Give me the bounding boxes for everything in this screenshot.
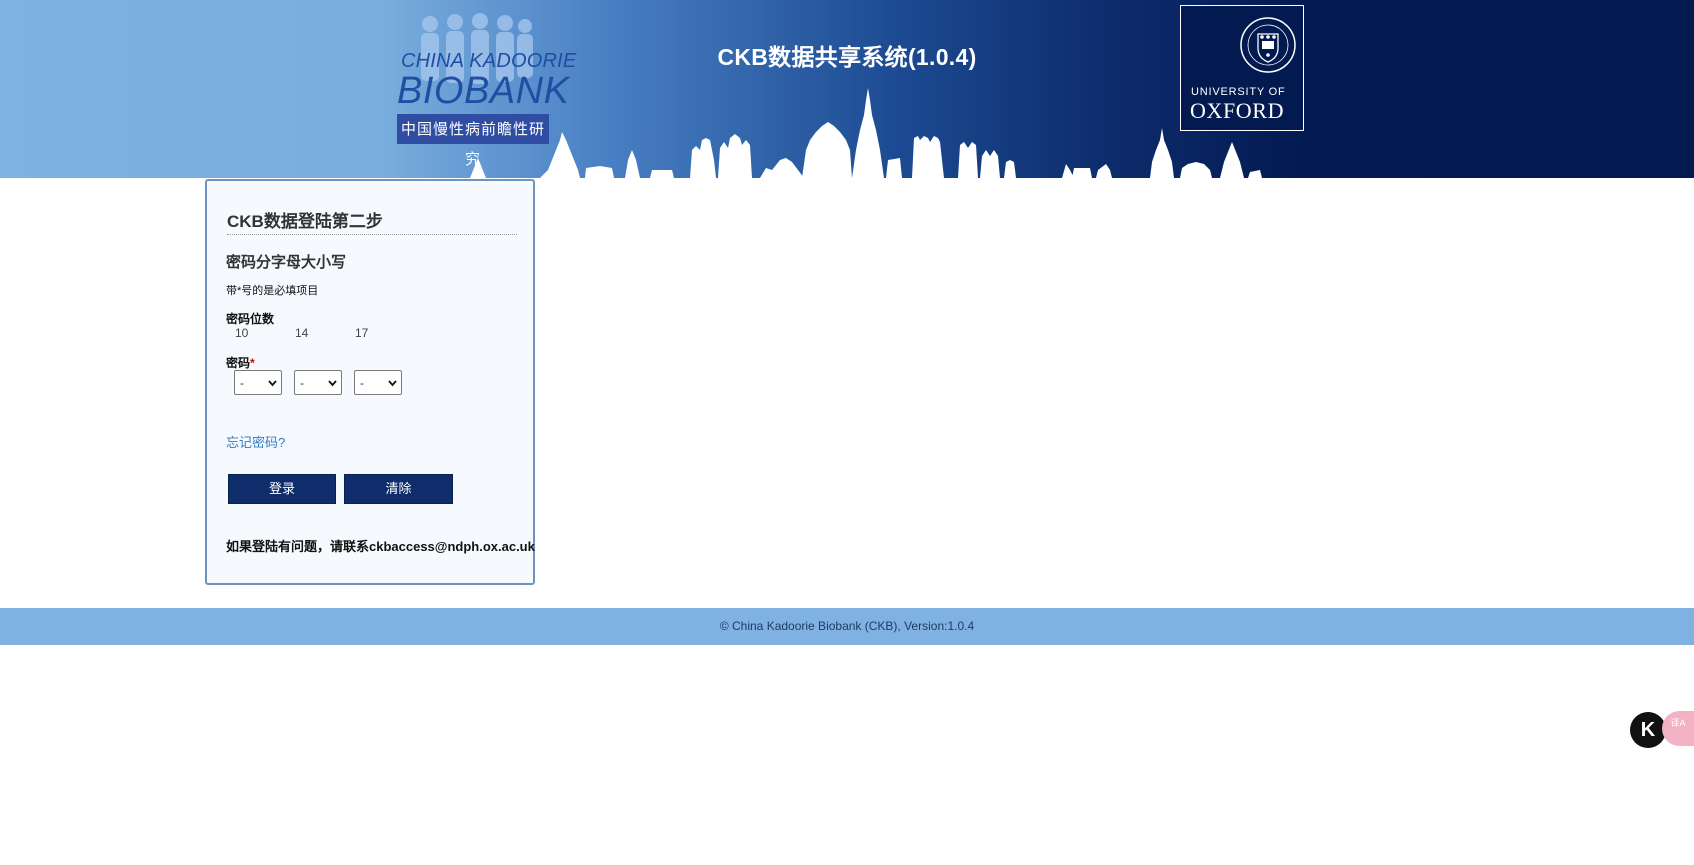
ckb-logo: CHINA KADOORIE BIOBANK 中国慢性病前瞻性研究 <box>395 12 576 168</box>
password-label-text: 密码 <box>226 356 251 370</box>
ckb-logo-chinese: 中国慢性病前瞻性研究 <box>397 114 549 168</box>
oxford-logo-line2: OXFORD <box>1190 98 1285 123</box>
forgot-password-link[interactable]: 忘记密码? <box>226 432 285 451</box>
required-fields-note: 带*号的是必填项目 <box>226 285 319 297</box>
password-digit-2: 14 <box>295 326 309 340</box>
required-marker: * <box>250 356 255 370</box>
chevron-down-icon <box>388 380 397 387</box>
oxford-skyline-silhouette <box>470 88 1262 178</box>
chevron-down-icon <box>328 380 337 387</box>
password-char-select-3[interactable]: - <box>354 370 402 395</box>
login-button[interactable]: 登录 <box>228 474 336 504</box>
select-value: - <box>240 376 244 390</box>
oxford-logo: UNIVERSITY OF OXFORD <box>1180 5 1304 131</box>
password-label: 密码* <box>226 354 255 371</box>
password-digit-1: 10 <box>235 326 249 340</box>
select-value: - <box>300 376 304 390</box>
title-divider <box>227 234 517 235</box>
password-digits-label: 密码位数 <box>226 312 275 326</box>
password-char-select-2[interactable]: - <box>294 370 342 395</box>
panel-title: CKB数据登陆第二步 <box>227 212 383 231</box>
chevron-down-icon <box>268 380 277 387</box>
header-banner: CHINA KADOORIE BIOBANK 中国慢性病前瞻性研究 CKB数据共… <box>0 0 1694 178</box>
footer: © China Kadoorie Biobank (CKB), Version:… <box>0 608 1694 645</box>
floating-k-button[interactable]: K <box>1630 712 1666 748</box>
translate-icon[interactable]: 译A <box>1662 711 1694 746</box>
case-sensitive-note: 密码分字母大小写 <box>226 254 347 271</box>
clear-button[interactable]: 清除 <box>344 474 453 504</box>
password-char-select-1[interactable]: - <box>234 370 282 395</box>
password-digit-3: 17 <box>355 326 369 340</box>
oxford-crest-icon <box>1240 17 1296 73</box>
copyright-text: © China Kadoorie Biobank (CKB), Version:… <box>719 619 975 633</box>
contact-info: 如果登陆有问题，请联系ckbaccess@ndph.ox.ac.uk <box>226 539 535 554</box>
select-value: - <box>360 376 364 390</box>
ckb-logo-line2: BIOBANK <box>397 70 570 112</box>
login-panel: CKB数据登陆第二步 密码分字母大小写 带*号的是必填项目 密码位数 10 14… <box>205 179 535 585</box>
oxford-logo-line1: UNIVERSITY OF <box>1191 86 1286 98</box>
system-title: CKB数据共享系统(1.0.4) <box>717 44 977 70</box>
